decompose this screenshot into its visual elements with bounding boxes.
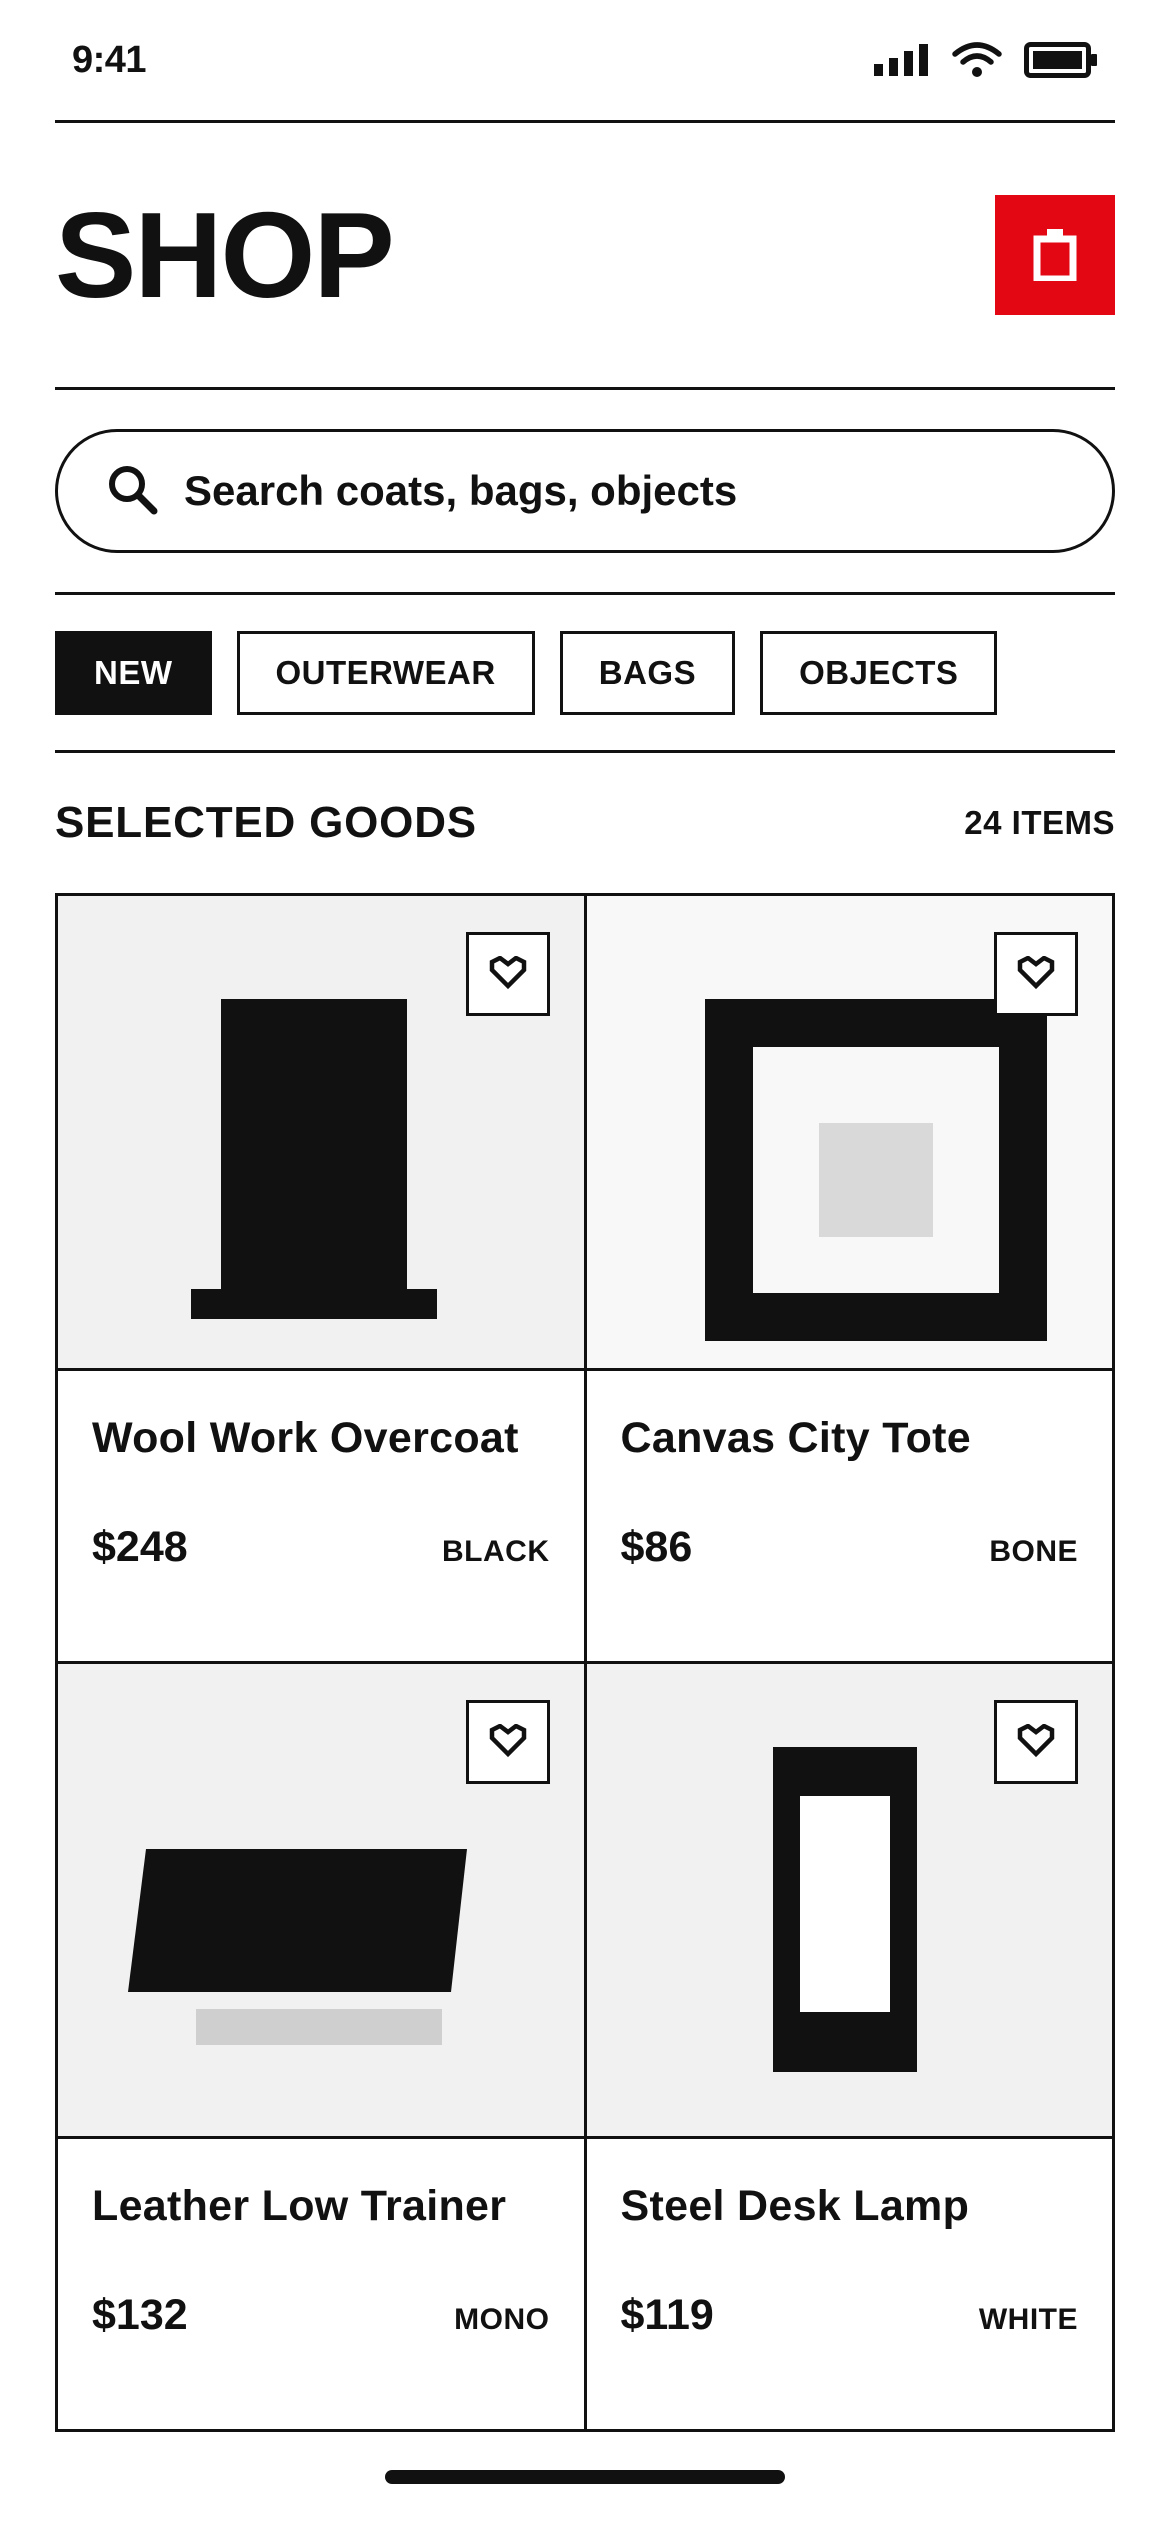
product-price: $119: [620, 2291, 714, 2339]
product-meta: $248 BLACK: [92, 1523, 550, 1572]
product-meta: $119 WHITE: [621, 2291, 1079, 2340]
search-section: [55, 390, 1115, 592]
favorite-button[interactable]: [994, 1700, 1078, 1784]
product-color: BONE: [989, 1535, 1078, 1568]
product-card[interactable]: Wool Work Overcoat $248 BLACK: [58, 896, 587, 1664]
favorite-button[interactable]: [465, 1700, 550, 1784]
product-price: $86: [620, 1523, 693, 1571]
search-icon: [106, 463, 158, 520]
lamp-illustration-inner: [799, 1796, 890, 2012]
product-image[interactable]: [586, 896, 1112, 1371]
favorite-button[interactable]: [994, 932, 1078, 1016]
search-bar[interactable]: [55, 429, 1115, 553]
product-info: Wool Work Overcoat $248 BLACK: [58, 1371, 584, 1661]
product-meta: $86 BONE: [621, 1523, 1079, 1572]
filter-chips: NEW OUTERWEAR BAGS OBJECTS: [55, 595, 1115, 750]
status-bar: 9:41: [55, 0, 1115, 120]
product-image[interactable]: [58, 896, 584, 1371]
page-title: SHOP: [55, 187, 395, 323]
product-card[interactable]: Steel Desk Lamp $119 WHITE: [586, 1664, 1115, 2432]
shop-screen: 9:41 SHOP Search coats, bags, objects NE…: [0, 0, 1170, 2532]
item-count: 24 ITEMS: [964, 804, 1115, 841]
coat-illustration: [221, 999, 407, 1289]
heart-icon: [488, 954, 528, 993]
heart-icon: [1016, 954, 1056, 993]
product-info: Canvas City Tote $86 BONE: [587, 1371, 1113, 1661]
product-price: $248: [92, 1523, 188, 1571]
search-input[interactable]: [184, 467, 1064, 515]
wifi-icon: [952, 42, 1002, 78]
status-icons: [874, 42, 1098, 78]
product-color: MONO: [454, 2303, 550, 2336]
product-card[interactable]: Leather Low Trainer $132 MONO: [58, 1664, 587, 2432]
section-title: SELECTED GOODS: [55, 798, 477, 847]
product-grid: Wool Work Overcoat $248 BLACK Canvas Cit…: [55, 893, 1115, 2432]
product-info: Steel Desk Lamp $119 WHITE: [587, 2139, 1113, 2429]
product-price: $132: [92, 2291, 188, 2339]
heart-icon: [1016, 1722, 1056, 1761]
status-time: 9:41: [72, 38, 147, 81]
product-name: Steel Desk Lamp: [620, 2182, 970, 2230]
product-name: Canvas City Tote: [620, 1414, 971, 1462]
filter-chip-outerwear[interactable]: OUTERWEAR: [236, 630, 535, 715]
coat-illustration-base: [191, 1289, 437, 1319]
product-image[interactable]: [586, 1664, 1112, 2139]
filter-chip-objects[interactable]: OBJECTS: [760, 630, 998, 715]
home-indicator[interactable]: [385, 2470, 785, 2484]
section-header: SELECTED GOODS 24 ITEMS: [55, 753, 1115, 893]
product-name: Wool Work Overcoat: [92, 1414, 519, 1462]
filter-chip-bags[interactable]: BAGS: [559, 630, 736, 715]
signal-icon: [874, 44, 930, 76]
product-meta: $132 MONO: [92, 2291, 550, 2340]
product-card[interactable]: Canvas City Tote $86 BONE: [586, 896, 1115, 1664]
battery-icon: [1024, 42, 1098, 78]
product-info: Leather Low Trainer $132 MONO: [58, 2139, 584, 2429]
filter-chip-new[interactable]: NEW: [55, 630, 212, 715]
favorite-button[interactable]: [465, 932, 550, 1016]
cart-button[interactable]: [995, 195, 1115, 315]
tote-illustration-label: [818, 1123, 933, 1237]
header: SHOP: [55, 123, 1115, 387]
heart-icon: [488, 1722, 528, 1761]
product-color: BLACK: [442, 1535, 550, 1568]
shopping-bag-icon: [1033, 227, 1077, 284]
product-image[interactable]: [58, 1664, 584, 2139]
product-name: Leather Low Trainer: [92, 2182, 507, 2230]
product-color: WHITE: [978, 2303, 1078, 2336]
